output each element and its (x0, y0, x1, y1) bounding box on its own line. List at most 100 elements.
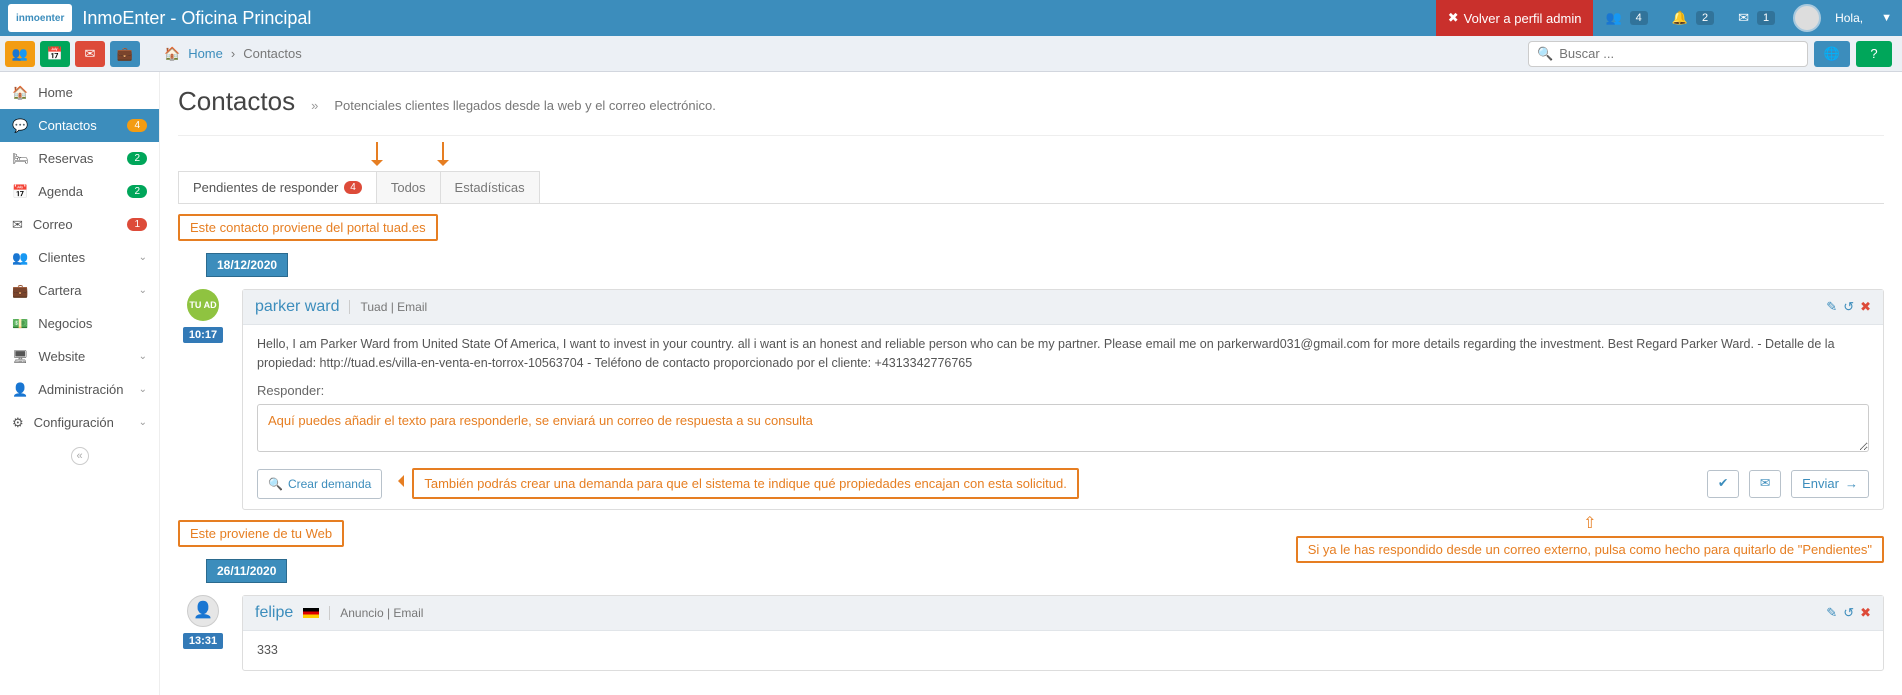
tab-todos[interactable]: Todos (376, 171, 441, 203)
topbar: inmoenter InmoEnter - Oficina Principal … (0, 0, 1902, 36)
sidebar-item-home[interactable]: 🏠Home (0, 76, 159, 109)
arrow-left-icon (392, 474, 402, 493)
search-input[interactable] (1559, 46, 1799, 61)
bell-icon: 🔔 (1672, 10, 1688, 26)
page-title: Contactos (178, 86, 295, 117)
content-area: Contactos » Potenciales clientes llegado… (160, 72, 1902, 695)
user-menu-caret[interactable]: ▼ (1871, 0, 1902, 36)
mail-icon: ✉ (12, 217, 23, 233)
chevron-down-icon: ⌄ (139, 417, 147, 428)
sidebar-collapse-button[interactable]: « (0, 439, 159, 473)
arrow-up-icon: ⇧ (1296, 516, 1884, 532)
sidebar-item-agenda[interactable]: 📅Agenda2 (0, 175, 159, 208)
sidebar-item-configuracion[interactable]: ⚙Configuración⌄ (0, 406, 159, 439)
user-icon: 👤 (193, 603, 213, 619)
undo-icon[interactable]: ↺ (1843, 605, 1854, 621)
sidebar-item-negocios[interactable]: 💵Negocios (0, 307, 159, 340)
time-flag: 10:17 (183, 327, 223, 343)
flag-germany-icon (303, 608, 319, 618)
respond-label: Responder: (257, 381, 1869, 401)
tab-pendientes[interactable]: Pendientes de responder 4 (178, 171, 377, 203)
users-badge: 4 (1630, 11, 1648, 25)
contact-name[interactable]: parker ward (255, 298, 339, 316)
contact-name[interactable]: felipe (255, 604, 293, 622)
calendar-icon: 📅 (12, 184, 28, 200)
annotation-create-demand: También podrás crear una demanda para qu… (412, 468, 1078, 500)
contact-body-text: 333 (257, 641, 1869, 660)
globe-button[interactable]: 🌐 (1814, 41, 1850, 67)
globe-icon: 🌐 (1824, 46, 1840, 62)
sidebar-item-website[interactable]: 🖥Website⌄ (0, 340, 159, 373)
money-icon: 💵 (12, 316, 28, 332)
sidebar-item-correo[interactable]: ✉Correo1 (0, 208, 159, 241)
annotation-origin-tuad: Este contacto proviene del portal tuad.e… (178, 214, 438, 241)
back-to-admin-button[interactable]: ✖ Volver a perfil admin (1436, 0, 1594, 36)
quick-mail-button[interactable]: ✉ (75, 41, 105, 67)
pending-badge: 4 (344, 181, 362, 194)
briefcase-icon: 💼 (117, 46, 133, 62)
sidebar-item-contactos[interactable]: 💬Contactos4 (0, 109, 159, 142)
edit-icon[interactable]: ✎ (1826, 605, 1837, 621)
contact-card: TU AD 10:17 parker ward Tuad | Email ✎ ↺… (178, 289, 1884, 510)
arrow-right-icon: → (1845, 474, 1858, 494)
badge: 2 (127, 185, 147, 198)
respond-textarea[interactable]: Aquí puedes añadir el texto para respond… (257, 404, 1869, 452)
user-avatar[interactable] (1793, 4, 1821, 32)
briefcase-icon: 💼 (12, 283, 28, 299)
help-button[interactable]: ? (1856, 41, 1892, 67)
chevron-down-icon: ⌄ (139, 252, 147, 263)
edit-icon[interactable]: ✎ (1826, 299, 1837, 315)
annotation-origin-web: Este proviene de tu Web (178, 520, 344, 547)
close-icon[interactable]: ✖ (1860, 605, 1871, 621)
topbar-users[interactable]: 👥 4 (1593, 0, 1659, 36)
breadcrumb-current: Contactos (243, 46, 302, 61)
origin-logo-tuad: TU AD (187, 289, 219, 321)
card-header: parker ward Tuad | Email ✎ ↺ ✖ (243, 290, 1883, 325)
raquo-icon: » (311, 98, 318, 113)
search-box[interactable]: 🔍 (1528, 41, 1808, 67)
send-button[interactable]: Enviar → (1791, 470, 1869, 498)
chat-icon: 💬 (12, 118, 28, 134)
caret-down-icon: ▼ (1881, 12, 1892, 24)
contact-card: 👤 13:31 felipe Anuncio | Email ✎ ↺ ✖ 333 (178, 595, 1884, 671)
topbar-notifications[interactable]: 🔔 2 (1660, 0, 1726, 36)
undo-icon[interactable]: ↺ (1843, 299, 1854, 315)
topbar-mail[interactable]: ✉ 1 (1726, 0, 1787, 36)
sidebar-item-reservas[interactable]: 🛏Reservas2 (0, 142, 159, 175)
card-header: felipe Anuncio | Email ✎ ↺ ✖ (243, 596, 1883, 631)
contact-body-text: Hello, I am Parker Ward from United Stat… (257, 335, 1869, 373)
breadcrumb: 🏠 Home › Contactos (164, 46, 302, 62)
contact-meta: Tuad | Email (349, 300, 427, 314)
quick-calendar-button[interactable]: 📅 (40, 41, 70, 67)
tabs: Pendientes de responder 4 Todos Estadíst… (178, 171, 1884, 204)
origin-logo-web: 👤 (187, 595, 219, 627)
badge: 4 (127, 119, 147, 132)
chevron-right-icon: › (231, 46, 235, 61)
mail-reply-button[interactable]: ✉ (1749, 470, 1781, 498)
badge: 2 (127, 152, 147, 165)
chevron-left-icon: « (71, 447, 89, 465)
mail-icon: ✉ (1760, 474, 1770, 493)
page-header: Contactos » Potenciales clientes llegado… (178, 72, 1884, 136)
sidebar-item-administracion[interactable]: 👤Administración⌄ (0, 373, 159, 406)
time-flag: 13:31 (183, 633, 223, 649)
users-icon: 👥 (12, 250, 28, 266)
secondary-bar: 👥 📅 ✉ 💼 🏠 Home › Contactos 🔍 🌐 ? (0, 36, 1902, 72)
page-subtitle: Potenciales clientes llegados desde la w… (334, 98, 716, 113)
sidebar-item-clientes[interactable]: 👥Clientes⌄ (0, 241, 159, 274)
quick-users-button[interactable]: 👥 (5, 41, 35, 67)
mark-done-button[interactable]: ✔ (1707, 470, 1739, 498)
chevron-down-icon: ⌄ (139, 351, 147, 362)
close-icon[interactable]: ✖ (1860, 299, 1871, 315)
tab-estadisticas[interactable]: Estadísticas (440, 171, 540, 203)
create-demand-button[interactable]: 🔍 Crear demanda (257, 469, 382, 499)
breadcrumb-home-link[interactable]: Home (188, 46, 223, 61)
origin-column: TU AD 10:17 (178, 289, 228, 510)
home-icon: 🏠 (164, 46, 180, 62)
sidebar-item-cartera[interactable]: 💼Cartera⌄ (0, 274, 159, 307)
origin-column: 👤 13:31 (178, 595, 228, 671)
help-icon: ? (1870, 46, 1877, 61)
quick-briefcase-button[interactable]: 💼 (110, 41, 140, 67)
app-logo[interactable]: inmoenter (8, 4, 72, 32)
chevron-down-icon: ⌄ (139, 285, 147, 296)
